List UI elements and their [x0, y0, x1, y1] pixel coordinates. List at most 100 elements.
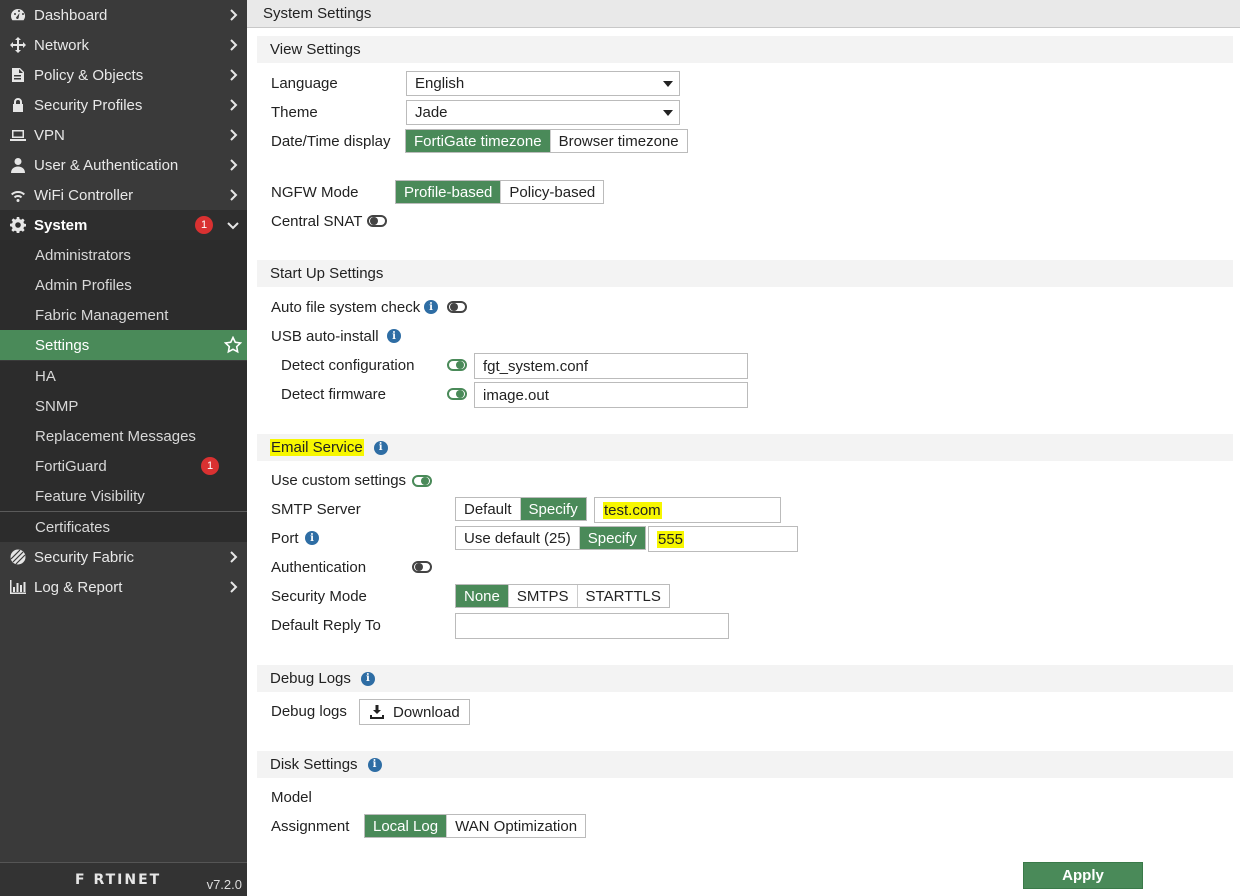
info-icon[interactable]: i: [367, 757, 382, 772]
port-default-option[interactable]: Use default (25): [456, 527, 580, 549]
sub-label: HA: [35, 367, 56, 385]
security-mode-toggle-group: None SMTPS STARTTLS: [455, 584, 670, 608]
sidebar-item-administrators[interactable]: Administrators: [0, 240, 247, 270]
sidebar-item-settings[interactable]: Settings: [0, 330, 247, 360]
nav-security-fabric[interactable]: Security Fabric: [0, 542, 247, 572]
lock-icon: [10, 97, 26, 113]
download-button[interactable]: Download: [359, 699, 470, 725]
select-value: Jade: [415, 104, 448, 121]
view-settings-header: View Settings: [257, 36, 1233, 63]
info-icon[interactable]: i: [387, 329, 401, 343]
nav-user-authentication[interactable]: User & Authentication: [0, 150, 247, 180]
section-title: View Settings: [270, 41, 361, 58]
default-reply-input[interactable]: [455, 613, 729, 639]
wan-optimization-option[interactable]: WAN Optimization: [447, 815, 585, 837]
port-input[interactable]: 555: [648, 526, 798, 552]
nav-dashboard[interactable]: Dashboard: [0, 0, 247, 30]
notification-badge: 1: [195, 216, 213, 234]
profile-based-option[interactable]: Profile-based: [396, 181, 502, 203]
policy-based-option[interactable]: Policy-based: [501, 181, 603, 203]
debug-logs-header: Debug Logs i: [257, 665, 1233, 692]
assignment-toggle-group: Local Log WAN Optimization: [364, 814, 587, 838]
sub-label: Admin Profiles: [35, 276, 132, 294]
sidebar-item-admin-profiles[interactable]: Admin Profiles: [0, 270, 247, 300]
sub-label: Replacement Messages: [35, 427, 196, 445]
fortigate-timezone-option[interactable]: FortiGate timezone: [406, 130, 551, 152]
security-starttls-option[interactable]: STARTTLS: [578, 585, 669, 607]
ngfw-label: NGFW Mode: [271, 184, 359, 201]
nav-vpn[interactable]: VPN: [0, 120, 247, 150]
apply-button[interactable]: Apply: [1023, 862, 1143, 889]
sidebar-item-fabric-management[interactable]: Fabric Management: [0, 300, 247, 330]
datetime-label: Date/Time display: [271, 133, 391, 150]
sidebar-item-snmp[interactable]: SNMP: [0, 391, 247, 421]
security-none-option[interactable]: None: [456, 585, 509, 607]
section-title: Disk Settings: [270, 756, 358, 773]
chevron-right-icon: [225, 97, 241, 113]
download-label: Download: [393, 703, 460, 721]
smtp-server-toggle-group: Default Specify: [455, 497, 587, 521]
star-icon[interactable]: [223, 335, 243, 354]
info-icon[interactable]: i: [360, 671, 375, 686]
caret-down-icon: [663, 110, 673, 116]
detect-config-input[interactable]: fgt_system.conf: [474, 353, 748, 379]
input-value: 555: [657, 530, 685, 548]
chart-icon: [10, 579, 26, 595]
authentication-toggle[interactable]: [412, 561, 432, 573]
email-service-header: Email Service i: [257, 434, 1233, 461]
sidebar-item-ha[interactable]: HA: [0, 361, 247, 391]
custom-settings-toggle[interactable]: [412, 475, 432, 487]
nav-label: User & Authentication: [34, 156, 179, 174]
nav-network[interactable]: Network: [0, 30, 247, 60]
chevron-right-icon: [225, 127, 241, 143]
nav-label: Security Profiles: [34, 96, 143, 114]
network-icon: [10, 37, 26, 53]
nav-label: Dashboard: [34, 6, 108, 24]
nav-system[interactable]: System 1: [0, 210, 247, 240]
info-icon[interactable]: i: [373, 440, 388, 455]
user-icon: [10, 157, 26, 173]
detect-firmware-input[interactable]: image.out: [474, 382, 748, 408]
language-select[interactable]: English: [406, 71, 680, 96]
detect-firmware-label: Detect firmware: [281, 386, 387, 403]
info-icon[interactable]: i: [305, 531, 319, 545]
laptop-icon: [10, 127, 26, 143]
nav-label: Policy & Objects: [34, 66, 144, 84]
sub-label: Certificates: [35, 518, 111, 536]
sidebar-item-feature-visibility[interactable]: Feature Visibility: [0, 481, 247, 511]
sub-label: Settings: [35, 336, 90, 354]
local-log-option[interactable]: Local Log: [365, 815, 448, 837]
caret-down-icon: [663, 81, 673, 87]
info-icon[interactable]: i: [424, 300, 438, 314]
sub-label: Administrators: [35, 246, 131, 264]
nav-security-profiles[interactable]: Security Profiles: [0, 90, 247, 120]
port-specify-option[interactable]: Specify: [579, 527, 645, 549]
sidebar-item-certificates[interactable]: Certificates: [0, 512, 247, 542]
nav-wifi-controller[interactable]: WiFi Controller: [0, 180, 247, 210]
port-toggle-group: Use default (25) Specify: [455, 526, 646, 550]
nav-log-report[interactable]: Log & Report: [0, 572, 247, 602]
smtp-server-input[interactable]: test.com: [594, 497, 781, 523]
sidebar-item-fortiguard[interactable]: FortiGuard 1: [0, 451, 247, 481]
smtp-server-label: SMTP Server: [271, 501, 361, 518]
fortinet-logo: F RTINET: [75, 872, 162, 888]
nav-policy-objects[interactable]: Policy & Objects: [0, 60, 247, 90]
browser-timezone-option[interactable]: Browser timezone: [551, 130, 687, 152]
sidebar-item-replacement-messages[interactable]: Replacement Messages: [0, 421, 247, 451]
dashboard-icon: [10, 7, 26, 23]
autofs-toggle[interactable]: [447, 301, 467, 313]
notification-badge: 1: [201, 457, 219, 475]
input-value: fgt_system.conf: [483, 357, 589, 375]
detect-config-toggle[interactable]: [447, 359, 467, 371]
autofs-label: Auto file system check: [271, 299, 421, 316]
theme-select[interactable]: Jade: [406, 100, 680, 125]
scrollbar[interactable]: [1233, 28, 1240, 856]
smtp-specify-option[interactable]: Specify: [520, 498, 586, 520]
custom-settings-label: Use custom settings: [271, 472, 407, 489]
nav-label: System: [34, 216, 88, 234]
central-snat-toggle[interactable]: [367, 215, 387, 227]
detect-firmware-toggle[interactable]: [447, 388, 467, 400]
security-smtps-option[interactable]: SMTPS: [509, 585, 578, 607]
sub-label: FortiGuard: [35, 457, 107, 475]
smtp-default-option[interactable]: Default: [456, 498, 521, 520]
